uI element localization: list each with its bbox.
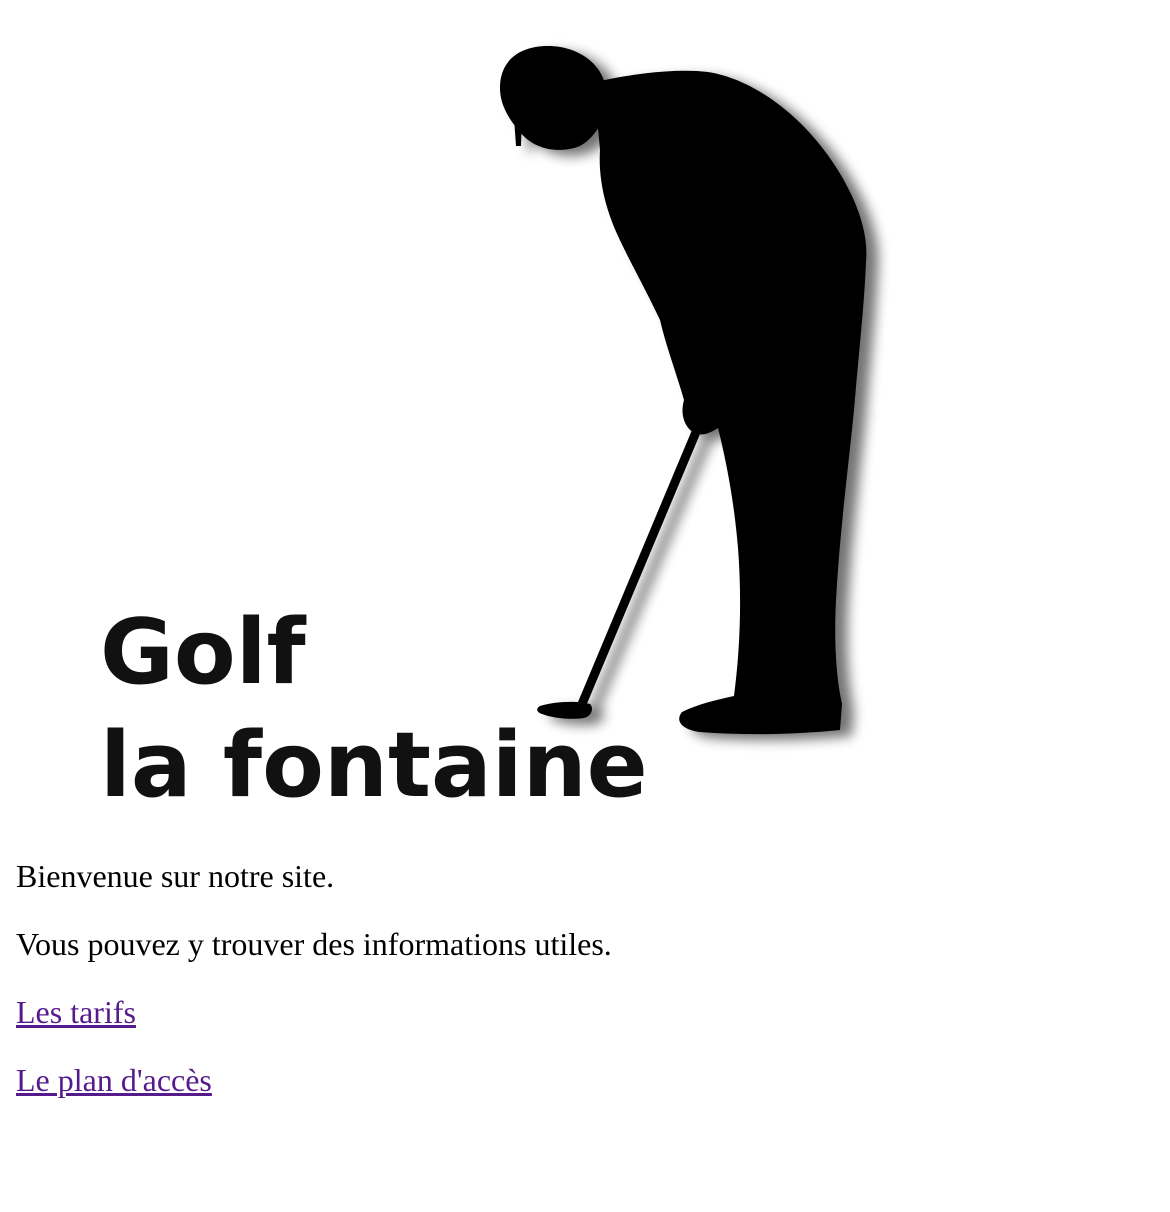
info-text: Vous pouvez y trouver des informations u… (16, 926, 612, 962)
main-content: Bienvenue sur notre site. Vous pouvez y … (16, 858, 1146, 1099)
pricing-paragraph: Les tarifs (16, 994, 1146, 1031)
access-map-paragraph: Le plan d'accès (16, 1062, 1146, 1099)
logo-text-line1: Golf (100, 600, 307, 705)
welcome-text: Bienvenue sur notre site. (16, 858, 335, 894)
golfer-putting-silhouette-icon (500, 46, 867, 735)
logo-text-line2: la fontaine (100, 713, 648, 818)
access-map-link[interactable]: Le plan d'accès (16, 1062, 212, 1098)
pricing-link[interactable]: Les tarifs (16, 994, 136, 1030)
site-logo: Golf la fontaine (0, 0, 1170, 840)
